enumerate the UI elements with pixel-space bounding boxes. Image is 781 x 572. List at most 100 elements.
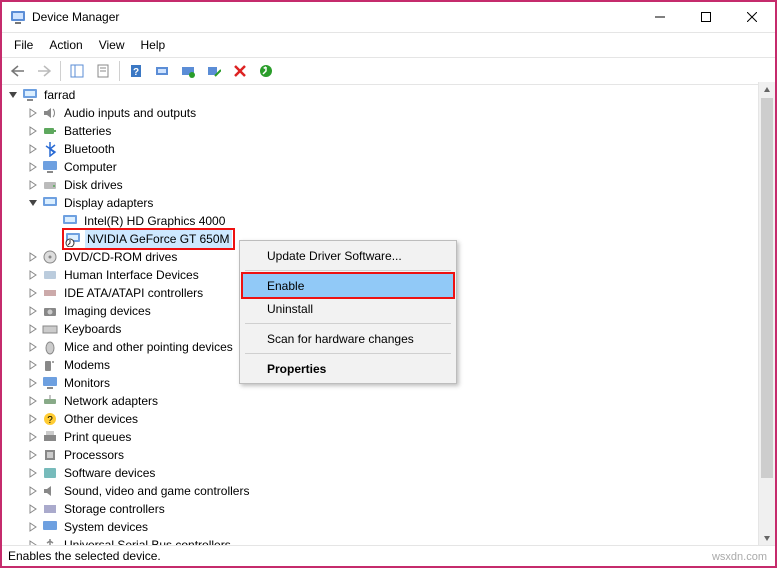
scroll-up-button[interactable] — [759, 82, 775, 98]
vertical-scrollbar[interactable] — [758, 82, 775, 546]
tree-item-network[interactable]: Network adapters — [26, 392, 759, 410]
close-button[interactable] — [729, 2, 775, 32]
keyboard-icon — [42, 321, 58, 337]
chevron-right-icon[interactable] — [26, 322, 40, 336]
chevron-right-icon[interactable] — [26, 466, 40, 480]
software-icon — [42, 465, 58, 481]
chevron-right-icon[interactable] — [26, 160, 40, 174]
tree-label: Batteries — [62, 122, 113, 140]
window-buttons — [637, 2, 775, 32]
chevron-right-icon[interactable] — [26, 412, 40, 426]
scan-hardware-button[interactable] — [150, 59, 174, 83]
tree-label: Processors — [62, 446, 126, 464]
maximize-button[interactable] — [683, 2, 729, 32]
tree-item-audio[interactable]: Audio inputs and outputs — [26, 104, 759, 122]
tree-item-display[interactable]: Display adapters — [26, 194, 759, 212]
highlight-box: NVIDIA GeForce GT 650M — [62, 228, 235, 250]
minimize-button[interactable] — [637, 2, 683, 32]
show-hide-button[interactable] — [65, 59, 89, 83]
camera-icon — [42, 303, 58, 319]
menu-action[interactable]: Action — [43, 36, 88, 54]
context-enable[interactable]: Enable — [243, 274, 453, 297]
back-button[interactable] — [6, 59, 30, 83]
toolbar-separator — [119, 61, 120, 81]
tree-label: Software devices — [62, 464, 157, 482]
tree-label: Computer — [62, 158, 119, 176]
tree-label: Mice and other pointing devices — [62, 338, 235, 356]
context-update-driver[interactable]: Update Driver Software... — [243, 244, 453, 267]
chevron-right-icon[interactable] — [26, 430, 40, 444]
scroll-thumb[interactable] — [761, 98, 773, 478]
tree-root[interactable]: farrad — [6, 86, 759, 104]
tree-label: Sound, video and game controllers — [62, 482, 251, 500]
tree-item-storage[interactable]: Storage controllers — [26, 500, 759, 518]
tree-item-processors[interactable]: Processors — [26, 446, 759, 464]
context-scan[interactable]: Scan for hardware changes — [243, 327, 453, 350]
scroll-down-button[interactable] — [759, 530, 775, 546]
chevron-right-icon[interactable] — [26, 358, 40, 372]
tree-item-bluetooth[interactable]: Bluetooth — [26, 140, 759, 158]
tree-item-other[interactable]: ?Other devices — [26, 410, 759, 428]
context-uninstall[interactable]: Uninstall — [243, 297, 453, 320]
uninstall-button[interactable] — [228, 59, 252, 83]
tree-label: Other devices — [62, 410, 140, 428]
tree-item-disk[interactable]: Disk drives — [26, 176, 759, 194]
processor-icon — [42, 447, 58, 463]
tree-item-system[interactable]: System devices — [26, 518, 759, 536]
menu-separator — [245, 353, 451, 354]
tree-item-batteries[interactable]: Batteries — [26, 122, 759, 140]
title-bar: Device Manager — [2, 2, 775, 33]
refresh-button[interactable] — [254, 59, 278, 83]
status-text: Enables the selected device. — [8, 549, 161, 563]
chevron-right-icon[interactable] — [26, 268, 40, 282]
watermark: wsxdn.com — [712, 551, 767, 563]
tree-item-software[interactable]: Software devices — [26, 464, 759, 482]
properties-button[interactable] — [91, 59, 115, 83]
menu-view[interactable]: View — [93, 36, 131, 54]
chevron-down-icon[interactable] — [6, 88, 20, 102]
chevron-right-icon[interactable] — [26, 448, 40, 462]
context-properties[interactable]: Properties — [243, 357, 453, 380]
chevron-right-icon[interactable] — [26, 124, 40, 138]
controller-icon — [42, 285, 58, 301]
tree-label: Modems — [62, 356, 112, 374]
computer-icon — [22, 87, 38, 103]
tree-item-sound[interactable]: Sound, video and game controllers — [26, 482, 759, 500]
chevron-right-icon[interactable] — [26, 502, 40, 516]
audio-icon — [42, 105, 58, 121]
chevron-right-icon[interactable] — [26, 394, 40, 408]
tree-label: farrad — [42, 86, 77, 104]
menu-help[interactable]: Help — [135, 36, 172, 54]
highlight-box: Enable — [241, 272, 455, 299]
disk-icon — [42, 177, 58, 193]
chevron-down-icon[interactable] — [26, 196, 40, 210]
menu-file[interactable]: File — [8, 36, 39, 54]
bluetooth-icon — [42, 141, 58, 157]
network-icon — [42, 393, 58, 409]
forward-button[interactable] — [32, 59, 56, 83]
storage-icon — [42, 501, 58, 517]
tree-item-computer[interactable]: Computer — [26, 158, 759, 176]
chevron-right-icon[interactable] — [26, 106, 40, 120]
chevron-right-icon[interactable] — [26, 520, 40, 534]
chevron-right-icon[interactable] — [26, 340, 40, 354]
context-menu: Update Driver Software... Enable Uninsta… — [239, 240, 457, 384]
chevron-right-icon[interactable] — [26, 286, 40, 300]
tree-label: NVIDIA GeForce GT 650M — [85, 230, 232, 248]
tree-label: Storage controllers — [62, 500, 167, 518]
chevron-right-icon[interactable] — [26, 376, 40, 390]
chevron-right-icon[interactable] — [26, 484, 40, 498]
chevron-right-icon[interactable] — [26, 178, 40, 192]
tree-label: Audio inputs and outputs — [62, 104, 198, 122]
window-frame: Device Manager File Action View Help ? — [0, 0, 777, 568]
tree-item-print[interactable]: Print queues — [26, 428, 759, 446]
chevron-right-icon[interactable] — [26, 250, 40, 264]
enable-device-button[interactable] — [202, 59, 226, 83]
update-driver-button[interactable] — [176, 59, 200, 83]
tree-label: Imaging devices — [62, 302, 153, 320]
modem-icon — [42, 357, 58, 373]
chevron-right-icon[interactable] — [26, 304, 40, 318]
help-button[interactable]: ? — [124, 59, 148, 83]
battery-icon — [42, 123, 58, 139]
chevron-right-icon[interactable] — [26, 142, 40, 156]
